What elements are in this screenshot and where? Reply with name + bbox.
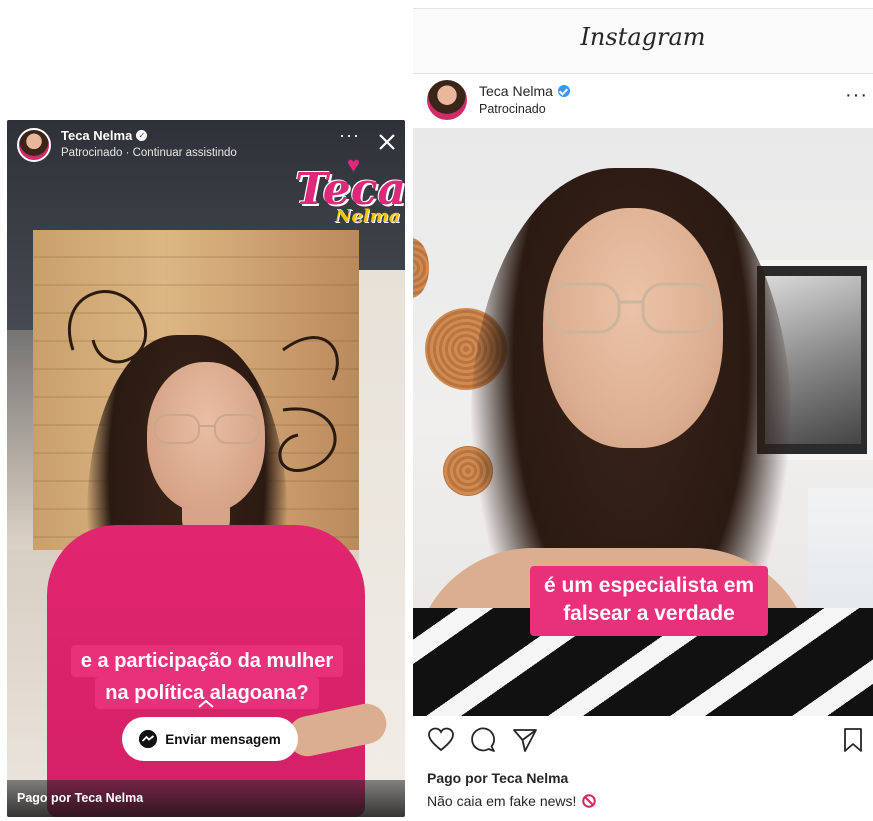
account-name[interactable]: Teca Nelma ✓: [61, 128, 148, 143]
app-title: Instagram: [580, 23, 706, 51]
no-entry-icon: [582, 794, 597, 808]
account-name[interactable]: Teca Nelma: [479, 83, 570, 99]
post-actions-bar: [413, 722, 873, 758]
caption-line-1: é um especialista em: [543, 574, 755, 597]
more-options-button[interactable]: ···: [845, 84, 868, 107]
wall-decoration: [413, 238, 429, 298]
paid-by-label: Pago por Teca Nelma: [427, 770, 569, 786]
sponsored-label: Patrocinado: [479, 102, 546, 116]
share-icon[interactable]: [511, 726, 539, 754]
post-caption: Não caia em fake news!: [427, 793, 597, 809]
avatar[interactable]: [427, 80, 467, 120]
paid-by-label: Pago por Teca Nelma: [7, 780, 405, 817]
bookmark-icon[interactable]: [839, 726, 867, 754]
messenger-icon: [139, 730, 158, 748]
close-icon[interactable]: [377, 132, 397, 152]
more-options-button[interactable]: ···: [339, 126, 360, 144]
facebook-story-ad[interactable]: Teca Nelma ✓ Patrocinado · Continuar ass…: [7, 120, 405, 817]
post-header: Teca Nelma Patrocinado ···: [413, 74, 873, 128]
verified-icon: ✓: [136, 130, 148, 141]
caption-box: é um especialista em falsear a verdade: [529, 566, 769, 636]
send-message-label: Enviar mensagem: [165, 731, 281, 747]
app-top-bar: Instagram: [413, 8, 873, 74]
heart-icon[interactable]: [427, 726, 455, 754]
sponsored-subtitle: Patrocinado · Continuar assistindo: [61, 147, 237, 159]
post-video[interactable]: é um especialista em falsear a verdade: [413, 128, 873, 716]
instagram-post: Instagram Teca Nelma Patrocinado ··· é u…: [413, 0, 873, 821]
caption-line-1: e a participação da mulher: [70, 645, 344, 677]
caption-line-2: falsear a verdade: [563, 602, 735, 625]
account-name-text[interactable]: Teca Nelma: [479, 83, 553, 99]
comment-icon[interactable]: [469, 726, 497, 754]
send-message-button[interactable]: Enviar mensagem: [122, 717, 298, 761]
video-caption: é um especialista em falsear a verdade: [499, 566, 799, 636]
avatar[interactable]: [17, 128, 51, 162]
logo-subtext: Nelma: [335, 206, 401, 227]
verified-icon: [557, 85, 570, 97]
account-name-text[interactable]: Teca Nelma: [61, 128, 132, 143]
campaign-logo: ♥ Teca Nelma: [295, 152, 405, 228]
post-caption-text: Não caia em fake news!: [427, 793, 577, 809]
chevron-up-icon[interactable]: [198, 700, 214, 708]
glasses: [154, 414, 260, 444]
glasses: [545, 282, 717, 334]
